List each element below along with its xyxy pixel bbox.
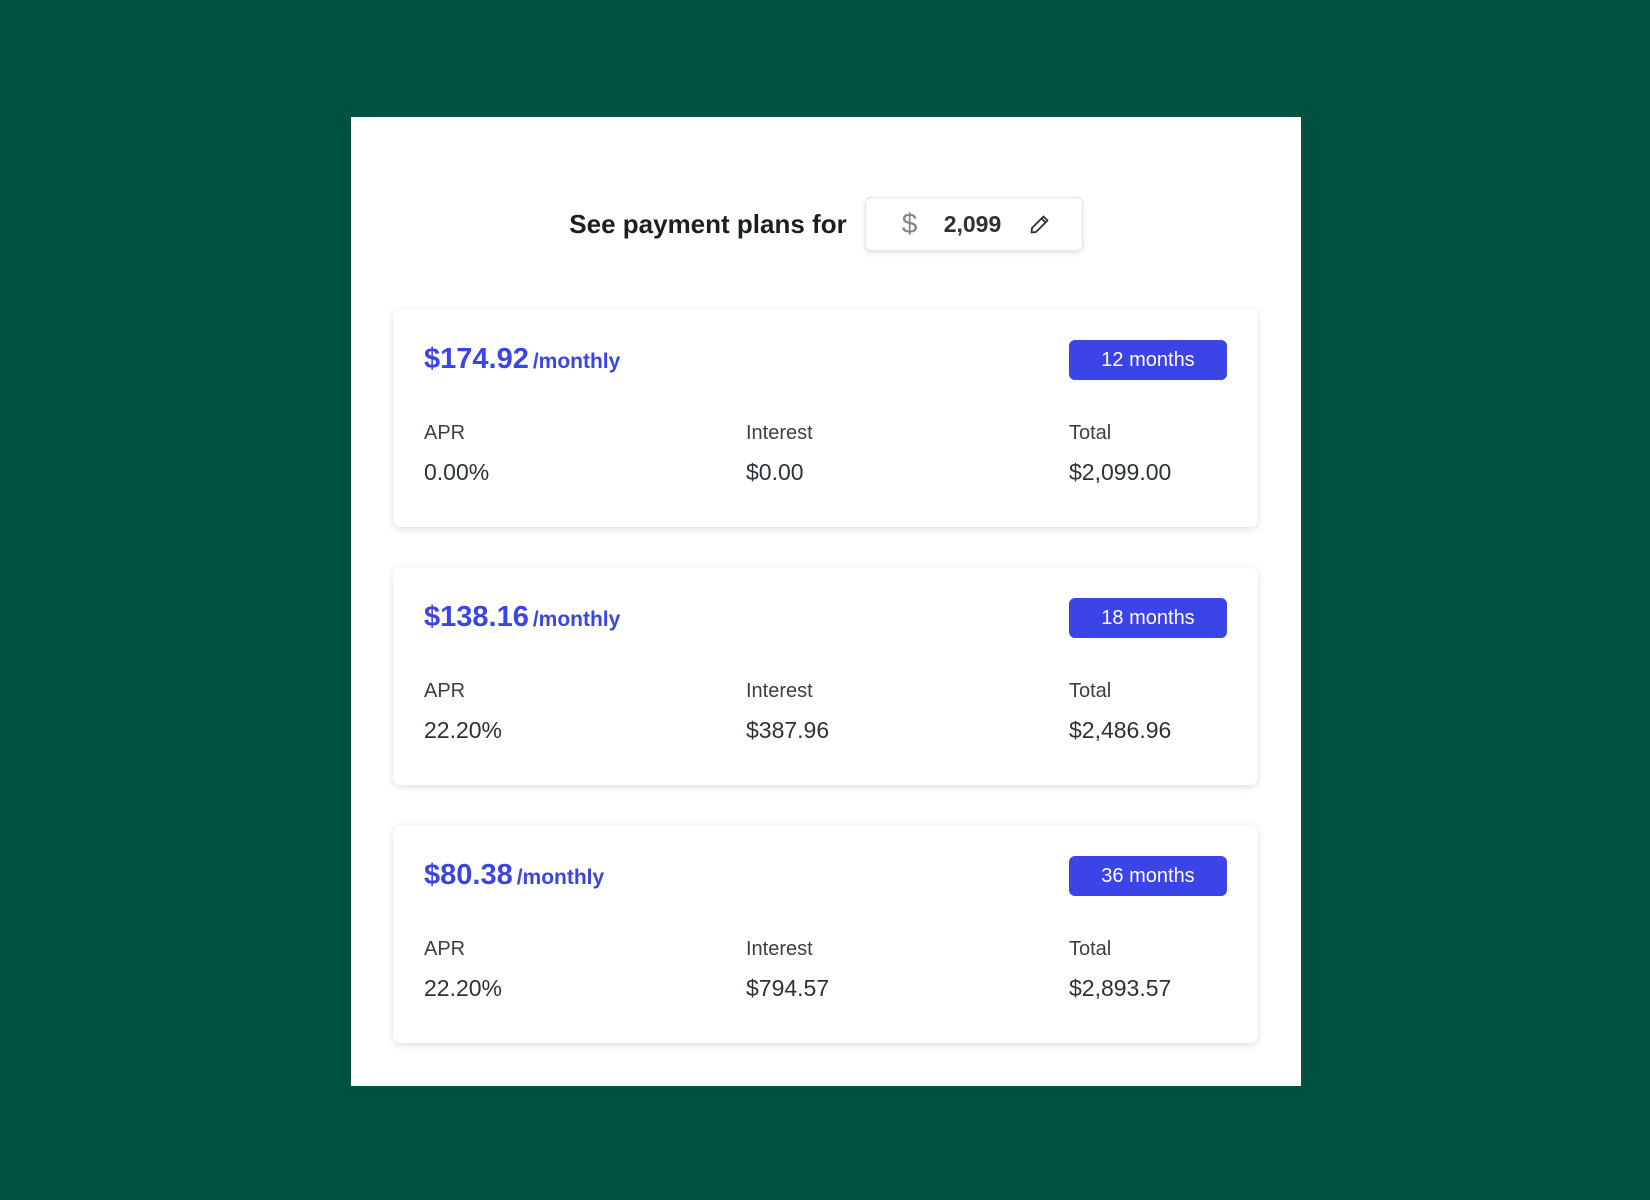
- currency-symbol: $: [901, 208, 918, 239]
- monthly-amount: $174.92: [424, 343, 529, 375]
- interest-stat: Interest $387.96: [746, 680, 829, 744]
- term-badge: 18 months: [1069, 598, 1227, 638]
- term-badge: 36 months: [1069, 856, 1227, 896]
- apr-label: APR: [424, 938, 466, 960]
- interest-stat: Interest $0.00: [746, 422, 813, 486]
- monthly-payment: $80.38/monthly: [424, 859, 604, 892]
- apr-label: APR: [424, 680, 466, 702]
- apr-stat: APR 22.20%: [424, 680, 502, 744]
- term-badge: 12 months: [1069, 340, 1227, 380]
- interest-value: $387.96: [746, 717, 830, 743]
- monthly-amount: $80.38: [424, 859, 513, 891]
- payment-plans-panel: See payment plans for $ 2,099 $174.92/mo…: [351, 117, 1301, 1086]
- monthly-amount: $138.16: [424, 601, 529, 633]
- apr-value: 22.20%: [424, 975, 503, 1001]
- total-stat: Total $2,486.96: [1069, 680, 1171, 744]
- monthly-suffix: /monthly: [516, 866, 605, 889]
- monthly-suffix: /monthly: [532, 608, 621, 631]
- plan-card-18-months[interactable]: $138.16/monthly 18 months APR 22.20% Int…: [393, 567, 1258, 785]
- total-stat: Total $2,099.00: [1069, 422, 1171, 486]
- apr-value: 22.20%: [424, 717, 503, 743]
- total-label: Total: [1069, 938, 1112, 960]
- total-label: Total: [1069, 422, 1112, 444]
- interest-stat: Interest $794.57: [746, 938, 829, 1002]
- page-title: See payment plans for: [569, 208, 847, 239]
- interest-label: Interest: [746, 422, 813, 444]
- monthly-payment: $174.92/monthly: [424, 343, 620, 376]
- amount-input[interactable]: $ 2,099: [864, 197, 1083, 251]
- total-label: Total: [1069, 680, 1112, 702]
- monthly-suffix: /monthly: [532, 350, 621, 373]
- amount-value: 2,099: [943, 210, 1002, 237]
- apr-stat: APR 22.20%: [424, 938, 502, 1002]
- interest-label: Interest: [746, 680, 813, 702]
- apr-value: 0.00%: [424, 459, 490, 485]
- interest-label: Interest: [746, 938, 813, 960]
- plan-card-12-months[interactable]: $174.92/monthly 12 months APR 0.00% Inte…: [393, 309, 1258, 527]
- apr-stat: APR 0.00%: [424, 422, 489, 486]
- monthly-payment: $138.16/monthly: [424, 601, 620, 634]
- plan-card-36-months[interactable]: $80.38/monthly 36 months APR 22.20% Inte…: [393, 825, 1258, 1043]
- interest-value: $0.00: [746, 459, 804, 485]
- total-value: $2,099.00: [1069, 459, 1172, 485]
- total-value: $2,893.57: [1069, 975, 1172, 1001]
- total-stat: Total $2,893.57: [1069, 938, 1171, 1002]
- interest-value: $794.57: [746, 975, 830, 1001]
- apr-label: APR: [424, 422, 466, 444]
- pencil-icon[interactable]: [1028, 212, 1052, 236]
- total-value: $2,486.96: [1069, 717, 1172, 743]
- amount-header: See payment plans for $ 2,099: [351, 196, 1301, 252]
